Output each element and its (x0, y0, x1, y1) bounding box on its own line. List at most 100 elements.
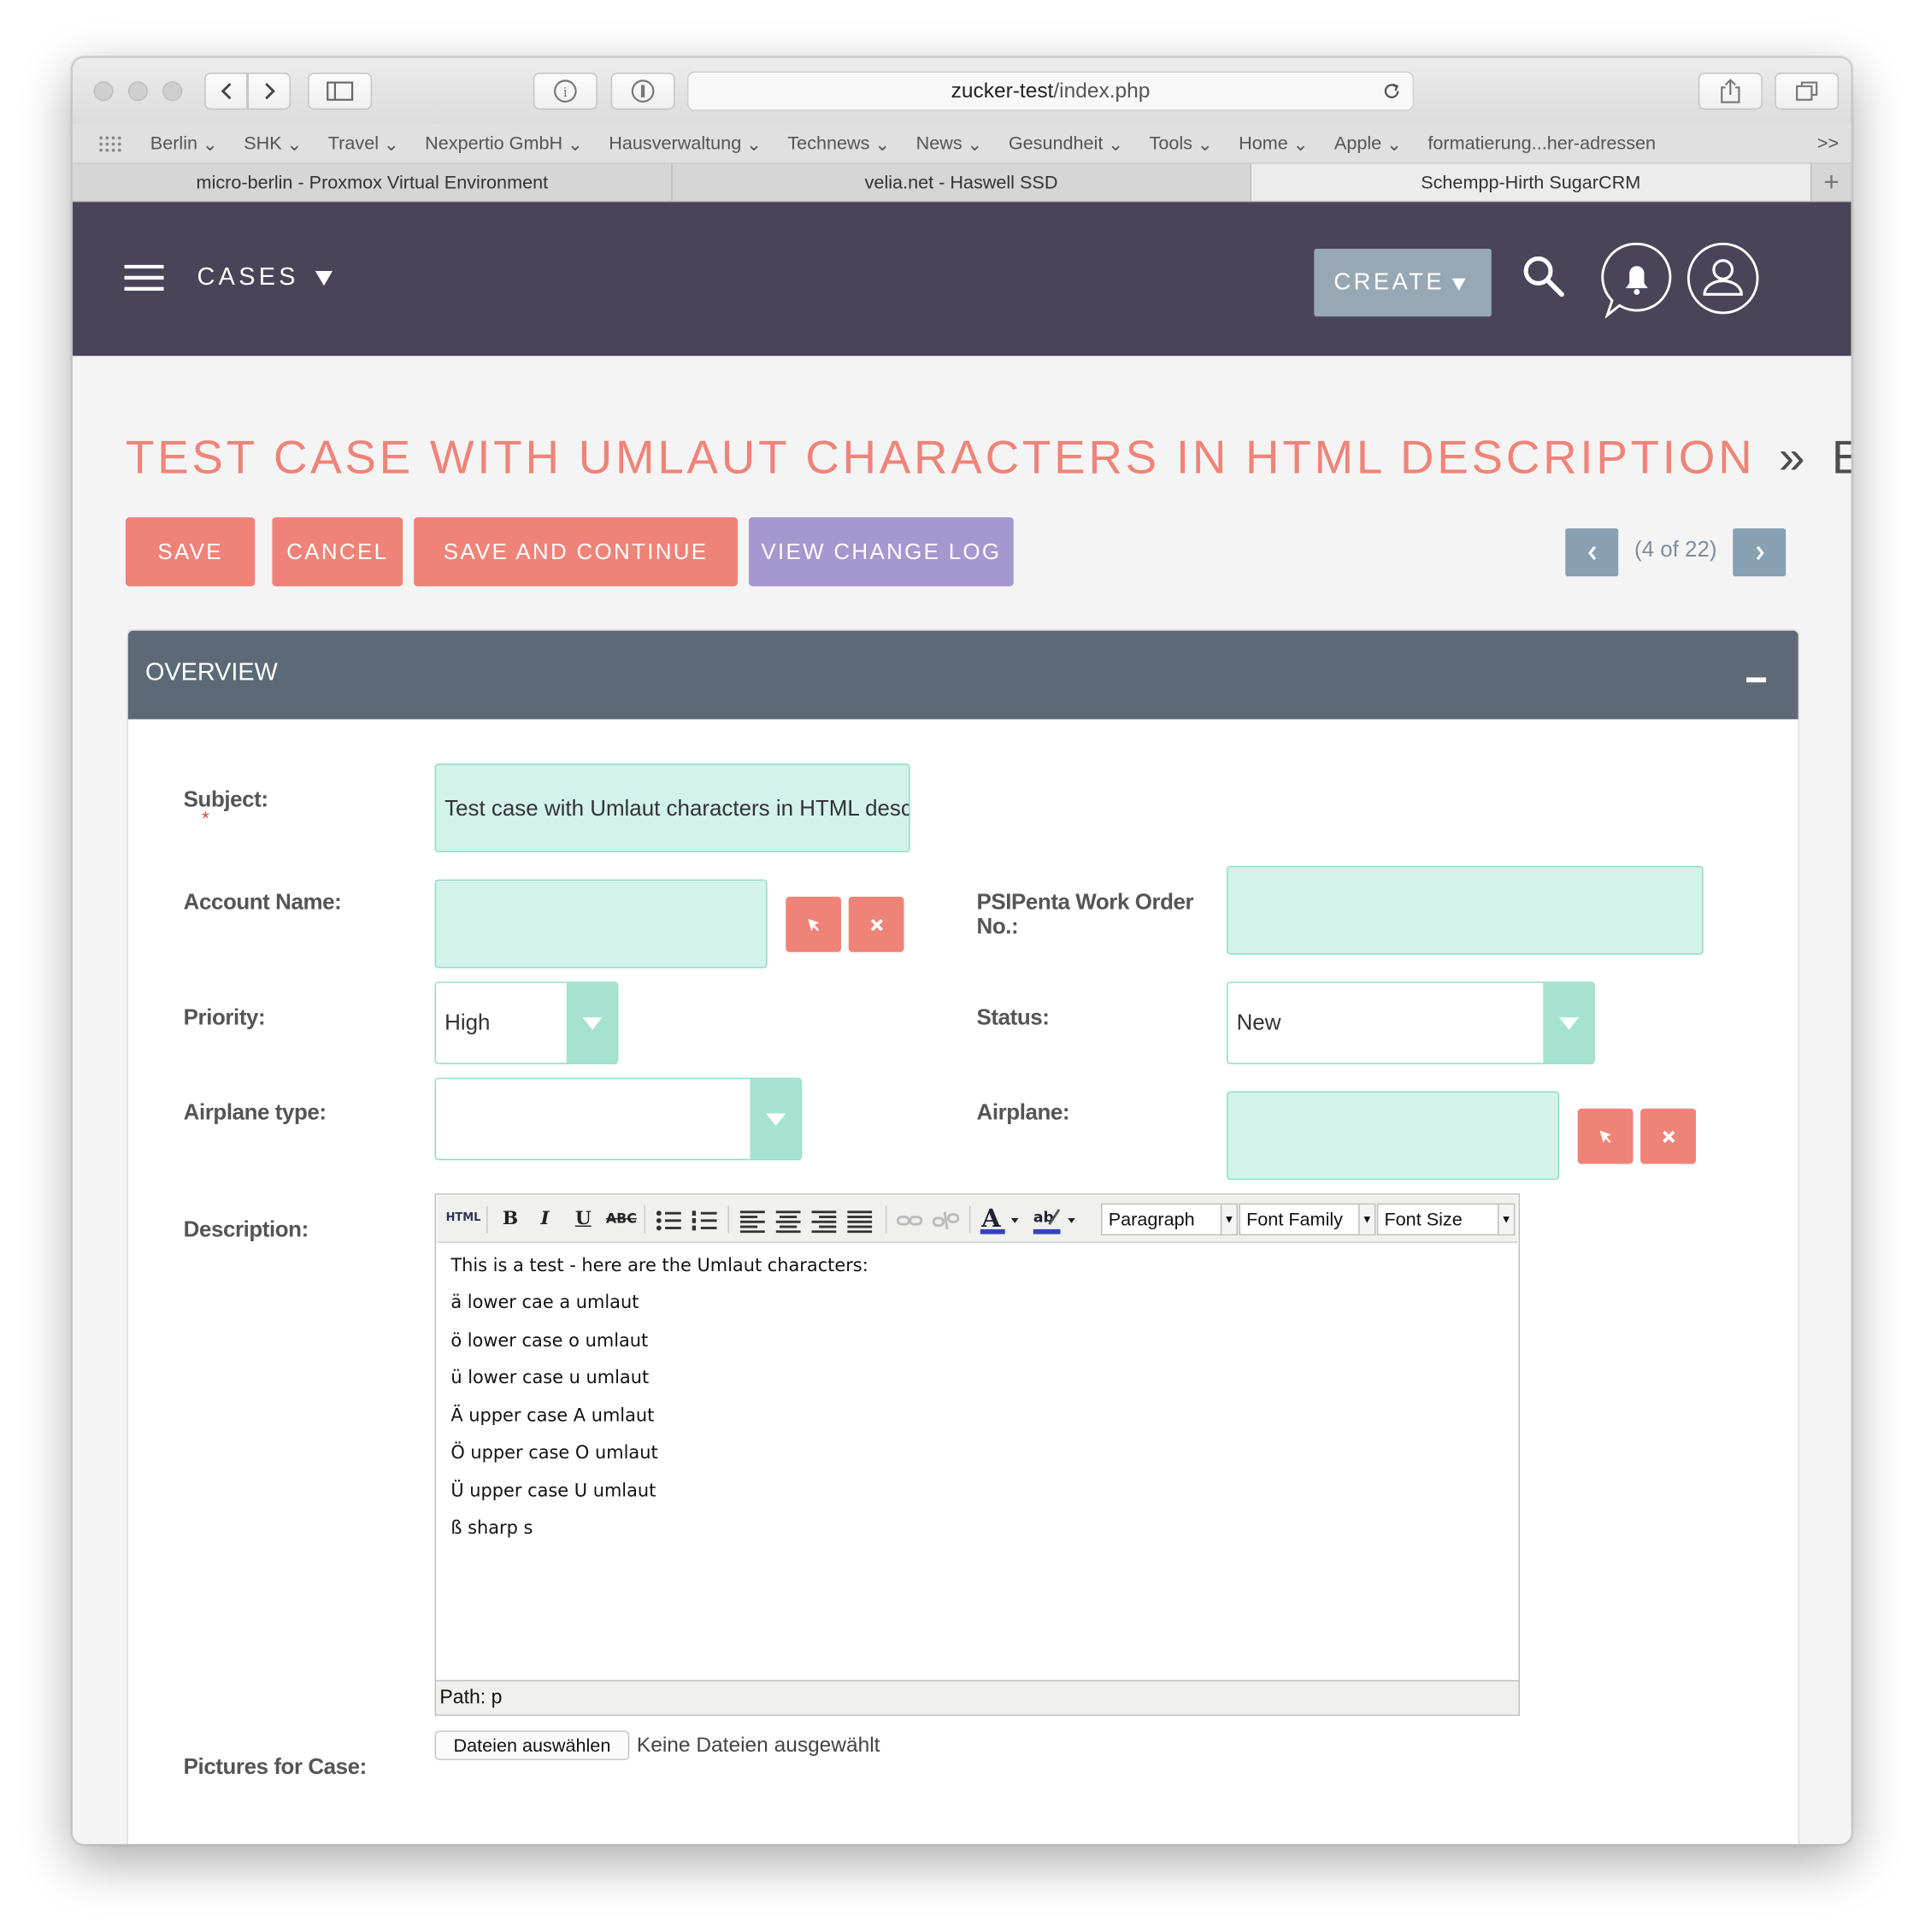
account-select-button[interactable] (786, 896, 842, 952)
tabs-overview-button[interactable] (1775, 73, 1840, 110)
background-color-icon[interactable]: ab (1032, 1205, 1084, 1236)
strikethrough-button[interactable]: ABC (606, 1210, 637, 1227)
password-button[interactable] (610, 73, 675, 110)
triangle-down-icon[interactable] (314, 270, 333, 287)
url-host: zucker-test (951, 79, 1054, 103)
module-name[interactable]: CASES (197, 263, 299, 292)
format-select[interactable]: Paragraph ▼ (1101, 1203, 1239, 1236)
tab-proxmox[interactable]: micro-berlin - Proxmox Virtual Environme… (73, 163, 674, 201)
airplane-select-button[interactable] (1577, 1108, 1634, 1164)
airplane-input[interactable] (1227, 1091, 1560, 1181)
info-button[interactable]: i (533, 73, 598, 110)
numbered-list-icon[interactable] (691, 1208, 718, 1233)
bold-button[interactable]: B (503, 1207, 518, 1229)
tab-sugarcrm[interactable]: Schempp-Hirth SugarCRM (1251, 163, 1812, 201)
info-icon: i (553, 80, 577, 103)
psipenta-work-order-input[interactable] (1227, 865, 1704, 955)
italic-button[interactable]: I (541, 1207, 550, 1229)
account-clear-button[interactable] (848, 896, 904, 952)
bookmark-technews[interactable]: Technews ⌄ (787, 133, 890, 155)
text-color-icon[interactable]: A (979, 1205, 1028, 1236)
editor-toolbar: HTML B I U ABC A ab Paragraph ▼ Font Fam… (437, 1196, 1518, 1243)
create-button[interactable]: CREATE (1314, 249, 1492, 317)
airplane-clear-button[interactable] (1640, 1108, 1696, 1164)
record-title: TEST CASE WITH UMLAUT CHARACTERS IN HTML… (125, 432, 1756, 485)
dropdown-arrow-icon (750, 1079, 801, 1159)
description-line: Ü upper case U umlaut (450, 1481, 656, 1502)
subject-label: Subject: (183, 786, 268, 812)
grid-icon[interactable] (97, 133, 125, 153)
link-icon[interactable] (896, 1210, 924, 1232)
account-name-input[interactable] (434, 879, 768, 969)
choose-files-button[interactable]: Dateien auswählen (434, 1730, 630, 1760)
subject-input[interactable]: Test case with Umlaut characters in HTML… (434, 763, 910, 853)
bookmark-hausverwaltung[interactable]: Hausverwaltung ⌄ (609, 133, 762, 155)
search-icon[interactable] (1521, 254, 1565, 298)
user-icon[interactable] (1686, 241, 1759, 315)
back-button[interactable] (204, 73, 248, 110)
align-right-icon[interactable] (811, 1208, 839, 1234)
airplane-type-label: Airplane type: (183, 1099, 327, 1125)
tabs-icon (1796, 81, 1818, 101)
zoom-window-button[interactable] (162, 81, 183, 102)
share-button[interactable] (1698, 73, 1763, 110)
bookmark-gesundheit[interactable]: Gesundheit ⌄ (1009, 133, 1123, 155)
underline-button[interactable]: U (575, 1207, 592, 1229)
bookmark-apple[interactable]: Apple ⌄ (1334, 133, 1402, 155)
bell-icon[interactable] (1600, 241, 1674, 320)
hamburger-menu-icon[interactable] (124, 264, 164, 292)
arrow-select-icon (1598, 1129, 1610, 1143)
forward-button[interactable] (247, 73, 291, 110)
chevron-down-icon: ⌄ (1108, 133, 1124, 155)
minimize-window-button[interactable] (127, 81, 148, 102)
address-bar[interactable]: zucker-test/index.php (686, 71, 1415, 111)
align-justify-icon[interactable] (847, 1208, 874, 1234)
description-line: ö lower case o umlaut (450, 1331, 649, 1352)
bookmark-home[interactable]: Home ⌄ (1239, 133, 1309, 155)
chevron-down-icon: ▼ (1220, 1205, 1237, 1234)
new-tab-button[interactable]: + (1811, 164, 1851, 201)
align-center-icon[interactable] (775, 1208, 804, 1234)
align-left-icon[interactable] (739, 1208, 768, 1234)
sidebar-button[interactable] (308, 73, 373, 110)
reload-icon[interactable] (1380, 80, 1403, 103)
next-record-button[interactable] (1733, 528, 1787, 577)
cancel-button[interactable]: CANCEL (272, 517, 403, 586)
close-window-button[interactable] (93, 81, 114, 102)
editor-body[interactable]: This is a test - here are the Umlaut cha… (436, 1243, 1518, 1682)
bookmark-formatierung[interactable]: formatierung...her-adressen (1428, 133, 1656, 154)
bookmark-tools[interactable]: Tools ⌄ (1150, 133, 1213, 155)
chevron-down-icon: ⌄ (1197, 133, 1213, 155)
chevron-right-icon (264, 82, 275, 100)
panel-header[interactable]: OVERVIEW (127, 630, 1798, 720)
toolbar-separator (486, 1205, 488, 1234)
bookmark-nexpertio[interactable]: Nexpertio GmbH ⌄ (425, 133, 583, 155)
tab-velia[interactable]: velia.net - Haswell SSD (673, 163, 1251, 201)
chevron-down-icon: ⌄ (567, 133, 583, 155)
font-size-select[interactable]: Font Size ▼ (1376, 1203, 1516, 1236)
previous-record-button[interactable] (1565, 528, 1619, 577)
save-and-continue-button[interactable]: SAVE AND CONTINUE (414, 517, 739, 586)
page-title: TEST CASE WITH UMLAUT CHARACTERS IN HTML… (125, 432, 1851, 486)
browser-window: i zucker-test/index.php Berlin ⌄ SHK ⌄ Tra… (71, 56, 1852, 1846)
save-button[interactable]: SAVE (125, 517, 256, 586)
priority-select[interactable]: High (434, 981, 619, 1064)
status-select[interactable]: New (1227, 981, 1595, 1064)
chevron-down-icon: ⌄ (1386, 133, 1403, 155)
bookmark-travel[interactable]: Travel ⌄ (328, 133, 399, 155)
bookmark-news[interactable]: News ⌄ (916, 133, 983, 155)
bookmarks-overflow-button[interactable]: >> (1817, 133, 1839, 154)
html-source-button[interactable]: HTML (446, 1212, 481, 1224)
airplane-type-select[interactable] (434, 1077, 802, 1161)
bookmark-shk[interactable]: SHK ⌄ (244, 133, 302, 155)
font-family-select[interactable]: Font Family ▼ (1239, 1203, 1376, 1236)
dropdown-arrow-icon (1543, 982, 1594, 1063)
view-change-log-button[interactable]: VIEW CHANGE LOG (749, 517, 1014, 586)
browser-tabs: micro-berlin - Proxmox Virtual Environme… (73, 163, 1851, 203)
unlink-icon[interactable] (932, 1210, 960, 1232)
collapse-icon[interactable] (1746, 677, 1767, 683)
chevron-down-icon: ⌄ (745, 133, 762, 155)
bookmark-berlin[interactable]: Berlin ⌄ (150, 133, 218, 155)
bullet-list-icon[interactable] (656, 1208, 683, 1233)
browser-titlebar: i zucker-test/index.php (73, 57, 1851, 125)
